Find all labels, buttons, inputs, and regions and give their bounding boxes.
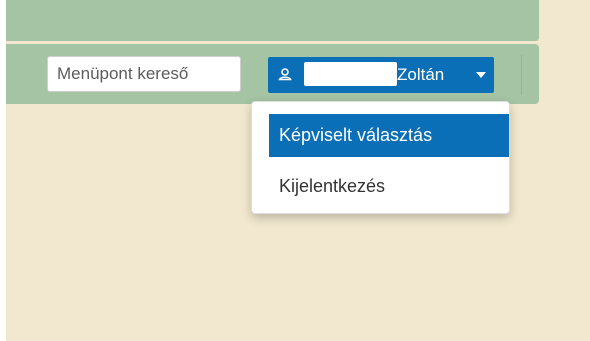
user-icon — [278, 68, 292, 81]
nav-divider — [521, 55, 522, 95]
menu-search-input[interactable] — [47, 56, 241, 92]
menu-item-represented-selection[interactable]: Képviselt választás — [269, 114, 509, 157]
user-dropdown-menu: Képviselt választás Kijelentkezés — [251, 101, 510, 214]
header-bar — [6, 0, 539, 41]
user-menu-button[interactable]: Zoltán — [268, 57, 494, 93]
chevron-down-icon — [476, 72, 486, 78]
user-name: Zoltán — [397, 65, 445, 84]
menu-item-logout[interactable]: Kijelentkezés — [269, 165, 509, 208]
redacted-surname — [304, 62, 397, 86]
